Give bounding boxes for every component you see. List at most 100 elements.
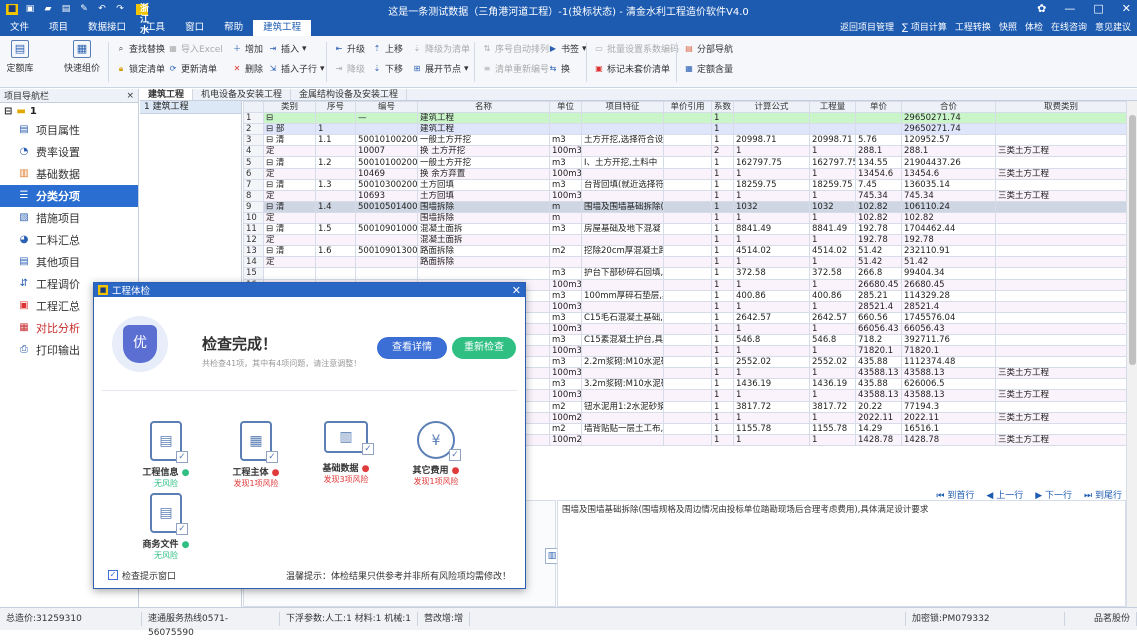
feature-cell[interactable] — [581, 345, 664, 358]
feature-cell[interactable]: 墙背贴贴一层土工布, — [581, 422, 664, 435]
price-ref-cell[interactable] — [663, 278, 712, 291]
formula-cell[interactable]: 1 — [733, 322, 810, 335]
nav-item-measures[interactable]: ▧ 措施项目 — [0, 207, 138, 229]
update-list-button[interactable]: ⟳ 更新清单 — [168, 62, 217, 76]
feature-cell[interactable] — [581, 322, 664, 335]
col-unit[interactable]: 单位 — [549, 101, 582, 114]
unit-price-cell[interactable]: 192.78 — [855, 223, 902, 236]
col-code[interactable]: 编号 — [355, 101, 418, 114]
table-row[interactable]: 13 ⊟ 清 1.6 500109013001 路面拆除 m2 挖除20cm厚混凝土路 1 45… — [243, 245, 1126, 258]
category-cell[interactable]: 定 — [263, 167, 316, 180]
quantity-cell[interactable]: 4514.02 — [809, 245, 856, 258]
code-cell[interactable]: 500105014001 — [355, 200, 418, 213]
seq-cell[interactable] — [315, 256, 356, 269]
coef-cell[interactable]: 1 — [711, 211, 734, 225]
total-cell[interactable]: 392711.76 — [901, 333, 996, 347]
coef-cell[interactable]: 1 — [711, 189, 734, 202]
fee-type-cell[interactable] — [995, 256, 1126, 269]
price-ref-cell[interactable] — [663, 267, 712, 280]
seq-cell[interactable] — [315, 189, 356, 202]
category-cell[interactable]: ⊟ 部 — [263, 123, 316, 136]
code-cell[interactable]: 500109013001 — [355, 245, 418, 258]
category-cell[interactable]: ⊟ 清 — [263, 156, 316, 169]
coef-cell[interactable]: 1 — [711, 389, 734, 402]
category-cell[interactable]: ⊟ 清 — [263, 223, 316, 236]
coef-cell[interactable]: 1 — [711, 311, 734, 324]
category-cell[interactable] — [263, 267, 316, 280]
unit-cell[interactable]: 100m3 — [549, 300, 582, 313]
find-replace-button[interactable]: ⌕ 查找替换 — [116, 42, 165, 56]
unit-price-cell[interactable] — [855, 112, 902, 125]
price-ref-cell[interactable] — [663, 389, 712, 402]
unit-price-cell[interactable]: 51.42 — [855, 256, 902, 269]
formula-cell[interactable]: 1 — [733, 367, 810, 380]
unit-cell[interactable]: 100m2 — [549, 433, 582, 446]
recheck-button[interactable]: 重新检查 — [452, 337, 516, 359]
coef-cell[interactable]: 1 — [711, 322, 734, 335]
quantity-cell[interactable]: 18259.75 — [809, 178, 856, 191]
table-row[interactable]: 1 ⊟ — 建筑工程 1 29650271.74 — [243, 112, 1126, 125]
auto-seq-button[interactable]: ⇅ 序号自动排列 — [482, 42, 549, 56]
total-cell[interactable]: 13454.6 — [901, 167, 996, 180]
batch-set-button[interactable]: ▭ 批量设置系数编码 — [594, 42, 679, 56]
formula-cell[interactable]: 1 — [733, 256, 810, 269]
total-cell[interactable]: 51.42 — [901, 256, 996, 269]
quantity-cell[interactable]: 2552.02 — [809, 356, 856, 369]
unit-price-cell[interactable]: 435.88 — [855, 356, 902, 369]
quantity-cell[interactable]: 1436.19 — [809, 378, 856, 391]
price-ref-cell[interactable] — [663, 422, 712, 435]
menu-window[interactable]: 窗口 — [175, 20, 214, 36]
import-excel-button[interactable]: ▦ 导入Excel — [168, 42, 223, 56]
feature-cell[interactable]: 挖除20cm厚混凝土路 — [581, 245, 664, 258]
unit-cell[interactable]: 100m3 — [549, 322, 582, 335]
unit-cell[interactable]: m — [549, 211, 582, 225]
quantity-cell[interactable]: 1 — [809, 145, 856, 158]
tree-item-building[interactable]: 1 建筑工程 — [140, 101, 241, 114]
total-cell[interactable]: 43588.13 — [901, 367, 996, 380]
formula-cell[interactable] — [733, 112, 810, 125]
code-cell[interactable] — [355, 234, 418, 247]
col-formula[interactable]: 计算公式 — [733, 101, 810, 114]
formula-cell[interactable]: 20998.71 — [733, 134, 810, 147]
total-cell[interactable]: 102.82 — [901, 211, 996, 225]
coef-cell[interactable]: 1 — [711, 134, 734, 147]
unit-price-cell[interactable]: 26680.45 — [855, 278, 902, 291]
price-ref-cell[interactable] — [663, 300, 712, 313]
seq-cell[interactable]: 1.4 — [315, 200, 356, 213]
seq-cell[interactable]: 1 — [315, 123, 356, 136]
fee-type-cell[interactable] — [995, 422, 1126, 435]
name-cell[interactable]: 土方回填 — [417, 189, 550, 202]
feature-cell[interactable] — [581, 411, 664, 424]
insert-button[interactable]: ⇥ 插入 ▾ — [268, 42, 307, 56]
fee-type-cell[interactable] — [995, 345, 1126, 358]
feature-cell[interactable]: 护台下部砂碎石回填, — [581, 267, 664, 280]
feature-cell[interactable] — [581, 389, 664, 402]
quantity-cell[interactable]: 3817.72 — [809, 400, 856, 413]
price-ref-cell[interactable] — [663, 311, 712, 324]
coef-cell[interactable]: 1 — [711, 333, 734, 347]
fee-type-cell[interactable]: 三类土方工程 — [995, 145, 1126, 158]
quantity-cell[interactable]: 1155.78 — [809, 422, 856, 435]
fee-type-cell[interactable]: 三类土方工程 — [995, 433, 1126, 446]
category-cell[interactable]: 定 — [263, 211, 316, 225]
fee-type-cell[interactable] — [995, 378, 1126, 391]
price-ref-cell[interactable] — [663, 245, 712, 258]
quantity-cell[interactable]: 1 — [809, 234, 856, 247]
to-list-button[interactable]: ⇣ 降级为清单 — [412, 42, 470, 56]
table-row[interactable]: 7 ⊟ 清 1.3 500103002001 土方回填 m3 台背回填(就近选择符 1 1825… — [243, 178, 1126, 191]
price-ref-cell[interactable] — [663, 345, 712, 358]
price-ref-cell[interactable] — [663, 356, 712, 369]
feature-cell[interactable]: 房屋基础及地下混凝 — [581, 223, 664, 236]
formula-cell[interactable]: 1 — [733, 389, 810, 402]
code-cell[interactable]: 10469 — [355, 167, 418, 180]
table-row[interactable]: 15 m3 护台下部砂碎石回填, 1 372.58 372.58 266.8 99404.34 — [243, 267, 1126, 280]
redo-icon[interactable]: ↷ — [114, 4, 126, 15]
total-cell[interactable]: 2022.11 — [901, 411, 996, 424]
category-cell[interactable]: ⊟ 清 — [263, 200, 316, 213]
fee-type-cell[interactable] — [995, 223, 1126, 236]
seq-cell[interactable] — [315, 167, 356, 180]
coef-cell[interactable]: 1 — [711, 178, 734, 191]
name-cell[interactable]: 路面拆除 — [417, 256, 550, 269]
total-cell[interactable]: 26680.45 — [901, 278, 996, 291]
price-ref-cell[interactable] — [663, 400, 712, 413]
